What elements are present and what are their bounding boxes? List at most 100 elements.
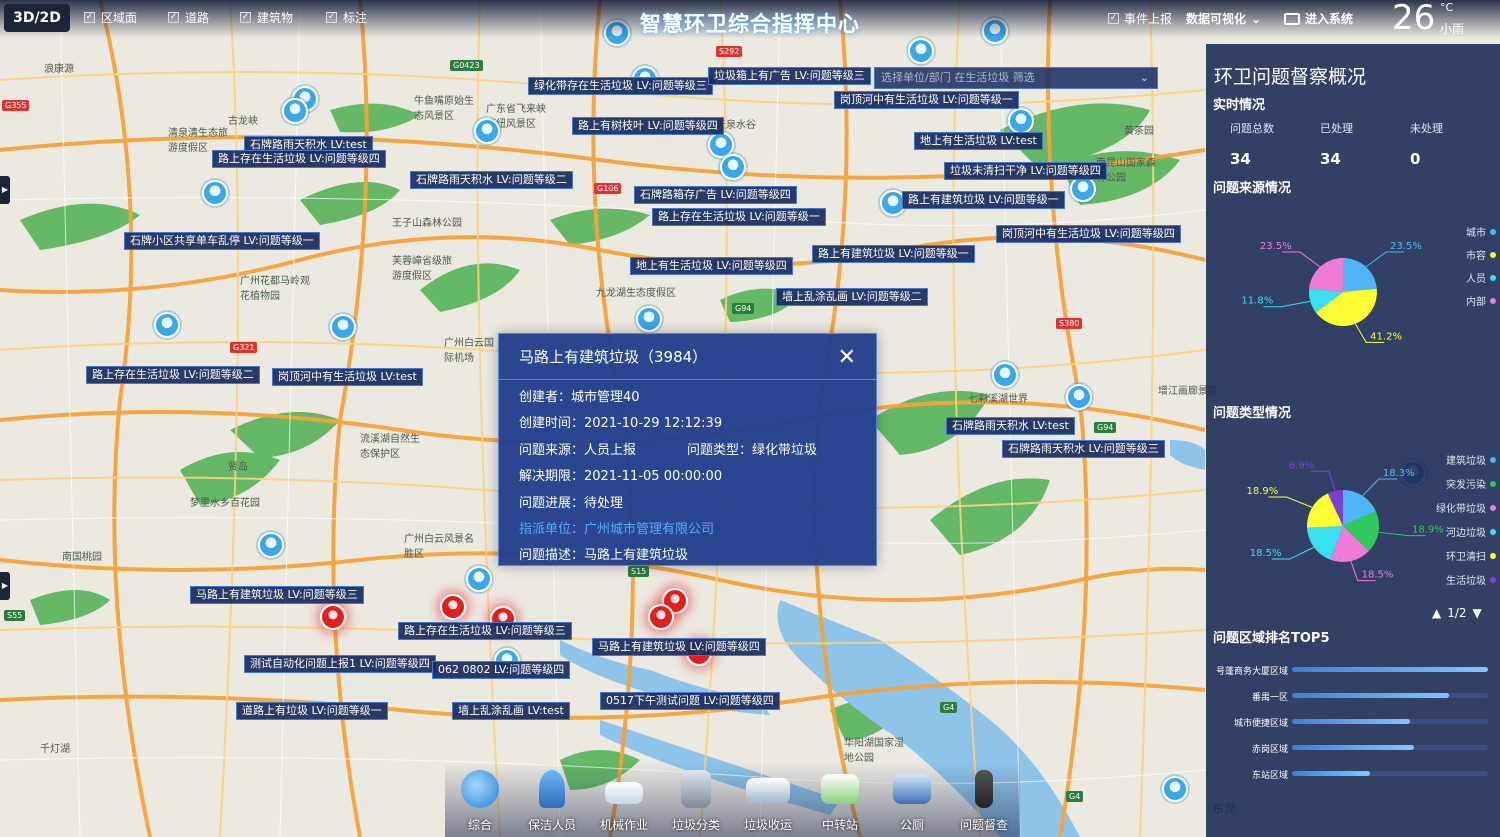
urgent-issue-marker[interactable] (440, 594, 466, 620)
triangle-up-icon[interactable]: ▲ (1432, 606, 1441, 620)
legend-item[interactable]: 人员 (1466, 270, 1496, 285)
view-toggle-button[interactable]: 3D/2D (4, 4, 70, 32)
issue-tag[interactable]: 路上存在生活垃圾 LV:问题等级四 (212, 150, 386, 168)
urgent-issue-marker[interactable] (648, 604, 674, 630)
nav-sorting[interactable]: 垃圾分类 (661, 762, 731, 837)
event-report-label: 事件上报 (1124, 12, 1173, 26)
popup-progress: 问题进展：待处理 (519, 496, 624, 511)
nav-overview[interactable]: 综合 (445, 762, 515, 837)
issue-tag[interactable]: 垃圾未清扫干净 LV:问题等级四 (944, 162, 1107, 180)
checkbox-checked-icon[interactable]: ✓ (168, 12, 179, 23)
issue-tag[interactable]: 路上有建筑垃圾 LV:问题等级一 (902, 191, 1065, 209)
legend-item[interactable]: 绿化带垃圾 (1436, 500, 1496, 515)
checkbox-checked-icon[interactable]: ✓ (84, 12, 95, 23)
issue-tag[interactable]: 绿化带存在生活垃圾 LV:问题等级三 (528, 77, 713, 95)
issue-tag[interactable]: 石牌路雨天积水 LV:问题等级二 (410, 171, 573, 189)
issue-tag[interactable]: 石牌路雨天积水 LV:问题等级三 (1002, 440, 1165, 458)
issue-tag[interactable]: 岗顶河中有生活垃圾 LV:问题等级一 (834, 91, 1019, 109)
issue-tag[interactable]: 石牌小区共享单车乱停 LV:问题等级一 (124, 232, 320, 250)
legend-item[interactable]: 突发污染 (1446, 476, 1496, 491)
layer-toggle-region[interactable]: ✓ 区域面 (84, 9, 137, 26)
road-badge: G0423 (450, 60, 483, 71)
issue-marker[interactable] (330, 314, 356, 340)
issue-tag[interactable]: 岗顶河中有生活垃圾 LV:test (272, 368, 423, 386)
legend-item[interactable]: 市容 (1466, 247, 1496, 262)
nav-inspection[interactable]: 问题督查 (949, 762, 1019, 837)
legend-item[interactable]: 建筑垃圾 (1446, 452, 1496, 467)
issue-tag[interactable]: 垃圾箱上有广告 LV:问题等级三 (708, 67, 871, 85)
nav-toilet[interactable]: 公厕 (877, 762, 947, 837)
issue-marker[interactable] (1008, 108, 1034, 134)
issue-tag[interactable]: 墙上乱涂乱画 LV:问题等级二 (776, 288, 928, 306)
issue-tag[interactable]: 路上有树枝叶 LV:问题等级四 (572, 117, 724, 135)
issue-marker[interactable] (992, 362, 1018, 388)
issue-marker[interactable] (154, 312, 180, 338)
urgent-issue-marker[interactable] (320, 604, 346, 630)
issue-tag[interactable]: 地上有生活垃圾 LV:test (914, 132, 1043, 150)
legend-dot-icon (1490, 228, 1496, 235)
ranking-bar (1292, 745, 1414, 750)
issue-marker[interactable] (466, 566, 492, 592)
issue-tag[interactable]: 路上存在生活垃圾 LV:问题等级一 (652, 208, 826, 226)
issue-tag[interactable]: 岗顶河中有生活垃圾 LV:问题等级四 (996, 225, 1181, 243)
layer-toggle-label[interactable]: ✓ 标注 (326, 9, 367, 26)
unit-filter-select[interactable]: 选择单位/部门 在生活垃圾 筛选 ⌄ (874, 67, 1158, 89)
ranking-bar-track (1292, 745, 1488, 750)
legend-item[interactable]: 河边垃圾 (1446, 524, 1496, 539)
toilet-building-icon (893, 774, 931, 804)
legend-item[interactable]: 生活垃圾 (1446, 572, 1496, 587)
layer-toggle-road[interactable]: ✓ 道路 (168, 9, 209, 26)
legend-label: 环卫清扫 (1446, 552, 1486, 563)
issue-tag[interactable]: 马路上有建筑垃圾 LV:问题等级四 (592, 638, 766, 656)
issue-tag[interactable]: 道路上有垃圾 LV:问题等级一 (236, 702, 388, 720)
legend-item[interactable]: 环卫清扫 (1446, 548, 1496, 563)
issue-marker[interactable] (202, 180, 228, 206)
legend-item[interactable]: 城市 (1466, 224, 1496, 239)
legend-dot-icon (1490, 456, 1496, 463)
issue-marker[interactable] (258, 532, 284, 558)
event-report-toggle[interactable]: ✓ 事件上报 (1108, 10, 1172, 27)
checkbox-checked-icon[interactable]: ✓ (1108, 13, 1119, 24)
issue-tag[interactable]: 石牌路雨天积水 LV:test (946, 417, 1075, 435)
issue-tag[interactable]: 石牌路箱存广告 LV:问题等级四 (634, 186, 797, 204)
issue-tag[interactable]: 路上存在生活垃圾 LV:问题等级三 (398, 622, 572, 640)
issue-tag[interactable]: 路上有建筑垃圾 LV:问题等级一 (812, 245, 975, 263)
legend-item[interactable]: 内部 (1466, 293, 1496, 308)
triangle-down-icon[interactable]: ▼ (1473, 606, 1482, 620)
layer-toggle-building[interactable]: ✓ 建筑物 (240, 9, 293, 26)
enter-system-button[interactable]: 进入系统 (1284, 10, 1353, 27)
issue-tag[interactable]: 马路上有建筑垃圾 LV:问题等级三 (190, 586, 364, 604)
data-visual-dropdown[interactable]: 数据可视化 ⌄ (1186, 10, 1261, 27)
issue-marker[interactable] (908, 38, 934, 64)
issue-marker[interactable] (282, 98, 308, 124)
ranking-label: 城市便捷区域 (1233, 719, 1288, 729)
issue-tag[interactable]: 路上存在生活垃圾 LV:问题等级二 (86, 366, 260, 384)
legend-pager[interactable]: ▲ 1/2 ▼ (1432, 606, 1482, 620)
checkbox-checked-icon[interactable]: ✓ (326, 12, 337, 23)
issue-marker[interactable] (720, 154, 746, 180)
issue-marker[interactable] (1162, 776, 1188, 802)
nav-machinery[interactable]: 机械作业 (589, 762, 659, 837)
issue-tag[interactable]: 测试自动化问题上报1 LV:问题等级四 (244, 655, 436, 673)
nav-cleaners[interactable]: 保洁人员 (517, 762, 587, 837)
stat-value-total: 34 (1230, 150, 1251, 168)
nav-label: 中转站 (821, 818, 858, 832)
issue-tag[interactable]: 062 0802 LV:问题等级四 (432, 661, 571, 679)
checkbox-checked-icon[interactable]: ✓ (240, 12, 251, 23)
nav-collection[interactable]: 垃圾收运 (733, 762, 803, 837)
issue-tag[interactable]: 地上有生活垃圾 LV:问题等级四 (630, 257, 793, 275)
expand-left-arrow-icon[interactable]: ▶ (0, 176, 10, 204)
close-icon[interactable]: ✕ (838, 345, 856, 370)
road-badge: G321 (230, 342, 258, 353)
weather-description: 小雨 (1440, 22, 1465, 36)
issue-tag[interactable]: 0517下午测试问题 LV:问题等级四 (600, 692, 780, 710)
issue-tag[interactable]: 墙上乱涂乱画 LV:test (452, 702, 570, 720)
nav-transfer-station[interactable]: 中转站 (805, 762, 875, 837)
issue-marker[interactable] (636, 306, 662, 332)
issue-marker[interactable] (1066, 384, 1092, 410)
place-label: 古龙峡 (228, 116, 258, 127)
issue-marker[interactable] (474, 118, 500, 144)
expand-left-arrow-icon[interactable]: ▶ (0, 572, 10, 600)
popup-assigned-unit[interactable]: 指派单位：广州城市管理有限公司 (519, 518, 714, 537)
weather-temperature: 26 (1392, 0, 1436, 38)
